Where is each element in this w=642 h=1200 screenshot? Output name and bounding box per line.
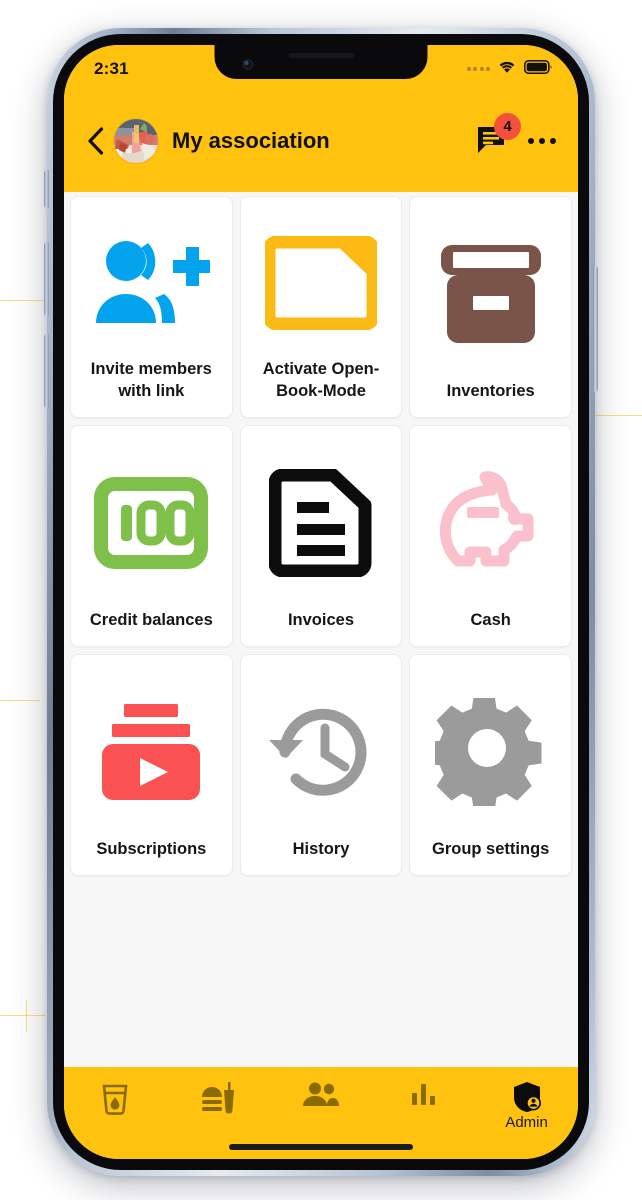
nav-item-label: Admin	[505, 1114, 548, 1131]
hundred-banknote-icon	[79, 442, 224, 604]
piggy-bank-icon	[418, 442, 563, 604]
admin-shield-icon	[513, 1082, 541, 1112]
battery-icon	[524, 59, 552, 79]
guide-line	[592, 415, 642, 416]
volume-down-button[interactable]	[44, 334, 49, 408]
tile-label: Activate Open-Book-Mode	[262, 360, 380, 401]
tile-activate-open-book-mode[interactable]: Activate Open-Book-Mode	[239, 196, 403, 418]
tile-label: Subscriptions	[96, 840, 207, 859]
status-time: 2:31	[94, 59, 129, 78]
guide-line	[0, 700, 40, 701]
tile-label: History	[292, 840, 350, 859]
app-bar-actions: 4	[476, 112, 558, 157]
phone-frame: 2:31 My association 4 Invite members wit…	[44, 28, 598, 1176]
nav-item-admin[interactable]: Admin	[475, 1081, 578, 1130]
status-indicators	[466, 59, 553, 79]
archive-box-icon	[418, 213, 563, 375]
content-area: Invite members with link Activate Open-B…	[64, 192, 578, 1067]
nav-item-members[interactable]	[270, 1081, 373, 1109]
power-button[interactable]	[593, 266, 598, 392]
tile-credit-balances[interactable]: Credit balances	[70, 425, 233, 647]
people-icon	[302, 1082, 339, 1106]
history-clock-icon	[249, 671, 394, 833]
app-bar: My association 4	[64, 89, 578, 192]
cellular-signal-icon	[466, 67, 490, 71]
tile-subscriptions[interactable]: Subscriptions	[70, 654, 233, 876]
guide-line	[26, 1000, 27, 1032]
wifi-icon	[497, 59, 517, 79]
tile-history[interactable]: History	[239, 654, 403, 876]
tile-cash[interactable]: Cash	[409, 425, 572, 647]
fast-food-icon	[202, 1082, 235, 1114]
subscriptions-play-icon	[79, 671, 224, 833]
nav-item-food[interactable]	[167, 1081, 270, 1115]
tile-invite-members-with-link[interactable]: Invite members with link	[70, 196, 233, 418]
group-avatar[interactable]	[114, 118, 158, 163]
avatar-photo	[114, 118, 158, 163]
bar-chart-icon	[411, 1084, 435, 1105]
chat-button[interactable]: 4	[476, 112, 521, 157]
guide-line	[0, 300, 50, 301]
page-title: My association	[172, 127, 330, 153]
tile-label: Invite members with link	[90, 360, 212, 401]
tile-group-settings[interactable]: Group settings	[409, 654, 572, 876]
gear-icon	[418, 671, 563, 833]
tile-label: Group settings	[431, 840, 550, 859]
folder-icon	[249, 213, 394, 353]
phone-screen: 2:31 My association 4 Invite members wit…	[64, 45, 578, 1159]
chevron-left-icon	[87, 126, 103, 155]
guide-line	[0, 1015, 46, 1016]
nav-item-drinks[interactable]	[64, 1081, 167, 1115]
mute-switch-button[interactable]	[44, 170, 49, 208]
home-indicator[interactable]	[229, 1144, 413, 1150]
person-add-icon	[79, 213, 224, 353]
tile-label: Inventories	[446, 382, 535, 401]
chat-unread-badge: 4	[494, 112, 521, 140]
tile-label: Credit balances	[89, 611, 213, 630]
tile-label: Invoices	[287, 611, 355, 630]
drink-cup-icon	[102, 1084, 128, 1115]
status-bar: 2:31	[64, 45, 578, 89]
screenshot-canvas: 2:31 My association 4 Invite members wit…	[0, 0, 642, 1200]
overflow-menu-button[interactable]	[526, 130, 558, 152]
document-icon	[249, 442, 394, 604]
volume-up-button[interactable]	[44, 242, 49, 316]
action-grid: Invite members with link Activate Open-B…	[66, 196, 576, 876]
nav-item-statistics[interactable]	[372, 1081, 475, 1107]
tile-label: Cash	[470, 611, 511, 630]
tile-invoices[interactable]: Invoices	[239, 425, 403, 647]
tile-inventories[interactable]: Inventories	[409, 196, 572, 418]
back-button[interactable]	[78, 121, 112, 161]
